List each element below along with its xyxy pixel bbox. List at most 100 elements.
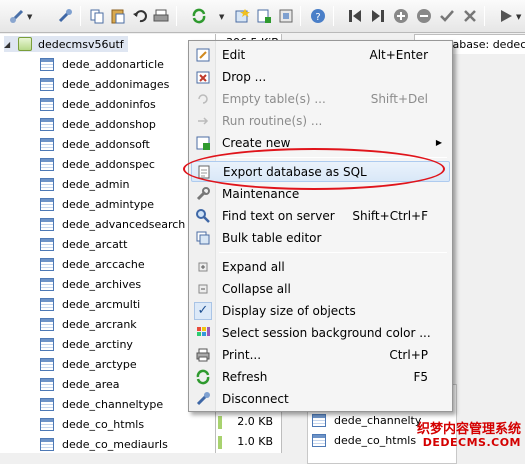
menu-item-display-size-of-objects[interactable]: ✓ Display size of objects <box>191 300 450 321</box>
disconnect-icon[interactable] <box>56 7 74 25</box>
cancel-icon[interactable] <box>461 7 479 25</box>
tree-item-label: dede_arcmulti <box>62 297 141 311</box>
tree-item-table[interactable]: dede_addonarticle <box>40 54 164 74</box>
menu-item-label: Maintenance <box>222 186 300 201</box>
connect-icon[interactable] <box>8 7 26 25</box>
list-item-label: dede_channelty <box>334 413 422 427</box>
tree-item-label: dede_admintype <box>62 197 155 211</box>
tree-item-table[interactable]: dede_admin <box>40 174 129 194</box>
chevron-down-icon[interactable]: ▼ <box>219 13 224 21</box>
submenu-arrow-icon: ▶ <box>435 138 442 147</box>
menu-item-label: Expand all <box>222 259 285 274</box>
tree-item-table[interactable]: dede_arcmulti <box>40 294 140 314</box>
table-icon <box>40 377 54 391</box>
tree-item-table[interactable]: dede_advancedsearch <box>40 214 185 234</box>
paste-icon[interactable] <box>109 7 127 25</box>
tree-item-table[interactable]: dede_channeltype <box>40 394 163 414</box>
menu-item-label: Edit <box>222 47 246 62</box>
tree-item-label: dede_arctype <box>62 357 137 371</box>
menu-item-drop[interactable]: Drop ... <box>191 66 450 87</box>
menu-item-run-routine-s[interactable]: Run routine(s) ... <box>191 110 450 131</box>
run-icon[interactable] <box>497 7 515 25</box>
menu-item-print[interactable]: Print... Ctrl+P <box>191 344 450 365</box>
row-size: 2.0 KB <box>237 415 273 428</box>
tree-item-table[interactable]: dede_addonshop <box>40 114 156 134</box>
menu-item-empty-table-s[interactable]: Empty table(s) ... Shift+Del <box>191 88 450 109</box>
table-icon <box>40 437 54 451</box>
tree-item-table[interactable]: dede_addoninfos <box>40 94 156 114</box>
tree-item-table[interactable]: dede_admintype <box>40 194 154 214</box>
tree-item-label: dede_arcrank <box>62 317 137 331</box>
menu-item-refresh[interactable]: Refresh F5 <box>191 366 450 387</box>
tree-item-table[interactable]: dede_addonsoft <box>40 134 150 154</box>
tree-item-table[interactable]: dede_area <box>40 374 120 394</box>
menu-item-create-new[interactable]: Create new ▶ <box>191 132 450 153</box>
size-bar <box>218 436 222 449</box>
refresh-icon <box>191 369 215 385</box>
menu-item-edit[interactable]: Edit Alt+Enter <box>191 44 450 65</box>
remove-icon[interactable] <box>415 7 433 25</box>
first-record-icon[interactable] <box>346 7 364 25</box>
tree-item-table[interactable]: dede_addonspec <box>40 154 155 174</box>
menu-item-label: Drop ... <box>222 69 267 84</box>
collapse-arrow-icon[interactable]: ◢ <box>4 40 14 49</box>
table-icon <box>40 357 54 371</box>
menu-item-bulk-table-editor[interactable]: Bulk table editor <box>191 227 450 248</box>
chevron-down-icon[interactable]: ▼ <box>516 13 521 21</box>
new-view-icon[interactable] <box>277 7 295 25</box>
main-toolbar: ▼ ▼ ? ▼ <box>0 0 525 33</box>
tree-item-table[interactable]: dede_archives <box>40 274 141 294</box>
watermark-bottom: DEDECMS.COM <box>422 436 521 449</box>
help-icon[interactable]: ? <box>309 7 327 25</box>
size-bar <box>218 416 222 429</box>
new-database-icon[interactable] <box>233 7 251 25</box>
new-table-icon[interactable] <box>255 7 273 25</box>
print-icon[interactable] <box>152 7 170 25</box>
menu-item-maintenance[interactable]: Maintenance <box>191 183 450 204</box>
tree-root-database[interactable]: ◢ dedecmsv56utf <box>4 36 128 52</box>
apply-icon[interactable] <box>438 7 456 25</box>
toolbar-separator <box>176 6 177 26</box>
table-icon <box>40 157 54 171</box>
menu-item-find-text-on-server[interactable]: Find text on server Shift+Ctrl+F <box>191 205 450 226</box>
tree-item-table[interactable]: dede_co_mediaurls <box>40 434 168 454</box>
expand-icon <box>191 259 215 275</box>
toolbar-separator <box>484 6 485 26</box>
tree-item-table[interactable]: dede_arcrank <box>40 314 137 334</box>
menu-item-disconnect[interactable]: Disconnect <box>191 388 450 409</box>
drop-icon <box>191 69 215 85</box>
list-item[interactable]: dede_co_htmls <box>312 431 416 449</box>
run-icon <box>191 113 215 129</box>
menu-item-label: Find text on server <box>222 208 335 223</box>
tree-item-label: dede_addonsoft <box>62 137 150 151</box>
tree-item-table[interactable]: dede_arctype <box>40 354 137 374</box>
tree-item-table[interactable]: dede_arccache <box>40 254 145 274</box>
tree-item-label: dede_area <box>62 377 120 391</box>
add-icon[interactable] <box>392 7 410 25</box>
tree-root-label: dedecmsv56utf <box>38 37 124 51</box>
undo-icon[interactable] <box>131 7 149 25</box>
svg-text:?: ? <box>315 12 320 23</box>
list-item[interactable]: dede_channelty <box>312 411 421 429</box>
table-icon <box>40 417 54 431</box>
tree-item-label: dede_advancedsearch <box>62 217 186 231</box>
bulk-icon <box>191 230 215 246</box>
copy-icon[interactable] <box>88 7 106 25</box>
menu-item-collapse-all[interactable]: Collapse all <box>191 278 450 299</box>
menu-item-select-session-background-color[interactable]: Select session background color ... <box>191 322 450 343</box>
palette-icon <box>191 325 215 341</box>
menu-item-expand-all[interactable]: Expand all <box>191 256 450 277</box>
menu-item-label: Refresh <box>222 369 268 384</box>
chevron-down-icon[interactable]: ▼ <box>27 13 32 21</box>
tree-item-table[interactable]: dede_addonimages <box>40 74 169 94</box>
tree-item-table[interactable]: dede_arctiny <box>40 334 133 354</box>
refresh-icon[interactable] <box>190 7 208 25</box>
last-record-icon[interactable] <box>369 7 387 25</box>
menu-item-label: Display size of objects <box>222 303 356 318</box>
table-icon <box>40 57 54 71</box>
menu-item-export-database-as-sql[interactable]: Export database as SQL <box>191 161 450 182</box>
tree-item-table[interactable]: dede_co_htmls <box>40 414 144 434</box>
tree-item-table[interactable]: dede_arcatt <box>40 234 127 254</box>
tree-item-label: dede_addonspec <box>62 157 155 171</box>
menu-separator <box>219 157 447 158</box>
